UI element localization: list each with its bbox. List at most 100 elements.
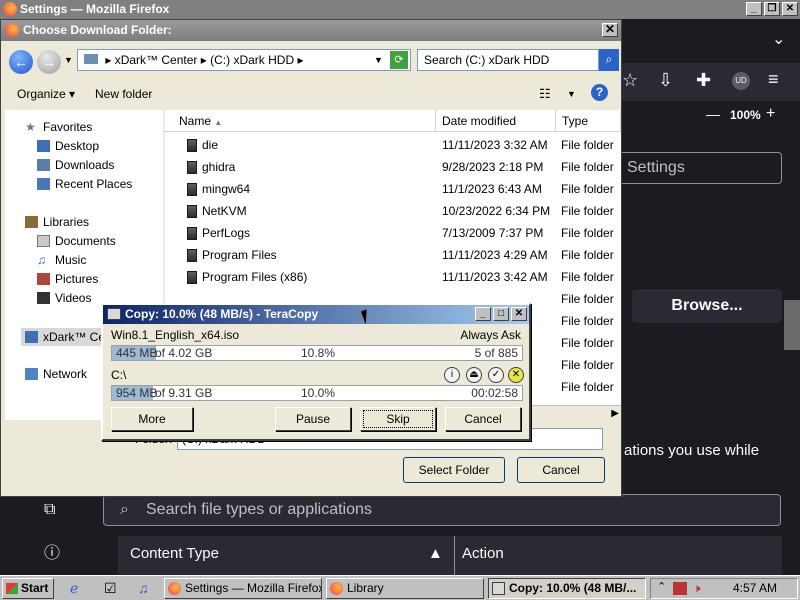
- scroll-right-icon[interactable]: ▶: [611, 408, 619, 419]
- zoom-level[interactable]: 100%: [730, 108, 761, 122]
- maximize-button[interactable]: □: [493, 307, 509, 321]
- help-icon[interactable]: ?: [591, 84, 608, 101]
- table-row[interactable]: NetKVM 10/23/2022 6:34 PM File folder: [165, 200, 621, 222]
- settings-scrollbar-thumb[interactable]: [784, 300, 800, 350]
- nav-favorites[interactable]: ★ Favorites: [25, 120, 92, 134]
- pause-button[interactable]: Pause: [275, 407, 351, 431]
- close-button[interactable]: ✕: [511, 307, 527, 321]
- type-cell: File folder: [561, 314, 614, 328]
- refresh-icon[interactable]: ⟳: [390, 51, 408, 69]
- search-icon[interactable]: ⌕: [599, 49, 619, 71]
- internet-explorer-icon[interactable]: ℯ: [70, 580, 78, 597]
- zoom-in-button[interactable]: +: [766, 105, 775, 123]
- dialog-cancel-button[interactable]: Cancel: [517, 457, 605, 483]
- date-cell: 10/23/2022 6:34 PM: [442, 204, 551, 218]
- new-folder-button[interactable]: New folder: [95, 87, 152, 101]
- search-icon: ⌕: [120, 501, 129, 518]
- verify-check-icon[interactable]: ✓: [488, 367, 504, 383]
- file-types-search-input[interactable]: ⌕ Search file types or applications: [103, 494, 781, 526]
- table-row[interactable]: mingw64 11/1/2023 6:43 AM File folder: [165, 178, 621, 200]
- breadcrumb-separator[interactable]: ▸: [297, 53, 303, 67]
- breadcrumb-separator[interactable]: ▸: [201, 53, 207, 67]
- back-button[interactable]: ←: [9, 50, 33, 74]
- view-options-chevron-icon[interactable]: ▼: [567, 89, 576, 99]
- view-options-icon[interactable]: ☷: [539, 86, 551, 102]
- extensions-icon[interactable]: ✚: [696, 70, 711, 91]
- more-button[interactable]: More: [111, 407, 193, 431]
- zoom-out-button[interactable]: —: [706, 106, 720, 122]
- nav-label: Network: [43, 367, 88, 381]
- organize-button[interactable]: Organize ▾: [17, 87, 75, 101]
- file-name: Program Files (x86): [202, 270, 308, 284]
- breadcrumb-separator[interactable]: ▸: [105, 53, 111, 67]
- nav-videos[interactable]: Videos: [37, 291, 91, 305]
- overwrite-mode[interactable]: Always Ask: [460, 328, 521, 342]
- name-cell: Program Files: [187, 244, 277, 266]
- tab-list-chevron-icon[interactable]: ⌄: [772, 29, 785, 49]
- eject-icon[interactable]: ⏏: [466, 367, 482, 383]
- table-row[interactable]: PerfLogs 7/13/2009 7:37 PM File folder: [165, 222, 621, 244]
- browse-button[interactable]: Browse...: [632, 289, 782, 323]
- network-status-icon[interactable]: [673, 582, 687, 595]
- skip-button[interactable]: Skip: [360, 407, 436, 431]
- nav-label: Libraries: [43, 215, 90, 229]
- sort-up-icon: ▲: [214, 118, 223, 127]
- downloads-folder-icon: [37, 159, 50, 171]
- minimize-button[interactable]: _: [746, 2, 762, 16]
- nav-recent-places[interactable]: Recent Places: [37, 177, 132, 191]
- star-icon: ★: [25, 120, 36, 134]
- table-row[interactable]: Program Files 11/11/2023 4:29 AM File fold…: [165, 244, 621, 266]
- folder-icon: [187, 204, 197, 218]
- nav-downloads[interactable]: Downloads: [37, 158, 114, 172]
- nav-network[interactable]: Network: [25, 367, 87, 381]
- type-cell: File folder: [561, 182, 614, 196]
- task-teracopy[interactable]: Copy: 10.0% (48 MB/...: [488, 578, 646, 599]
- nav-music[interactable]: ♫ Music: [37, 253, 86, 267]
- address-history-chevron-icon[interactable]: ▼: [374, 50, 383, 70]
- settings-search-input[interactable]: Settings: [606, 152, 782, 184]
- recent-pages-chevron-icon[interactable]: ▼: [64, 55, 73, 65]
- folder-search-input[interactable]: Search (C:) xDark HDD: [417, 49, 599, 71]
- downloads-icon[interactable]: ⇩: [658, 70, 673, 91]
- info-icon[interactable]: i: [444, 367, 460, 383]
- content-type-column-header[interactable]: Content Type: [130, 545, 219, 562]
- close-target-icon[interactable]: ✕: [508, 367, 524, 383]
- nav-desktop[interactable]: Desktop: [37, 139, 99, 153]
- type-column-header[interactable]: Type: [556, 110, 621, 132]
- bookmark-star-icon[interactable]: ☆: [622, 70, 638, 91]
- teracopy-cancel-button[interactable]: Cancel: [445, 407, 521, 431]
- show-desktop-icon[interactable]: ☑: [104, 580, 117, 597]
- start-button[interactable]: Start: [2, 578, 54, 599]
- nav-libraries[interactable]: Libraries: [25, 215, 89, 229]
- volume-muted-icon[interactable]: 🕨: [693, 581, 701, 596]
- table-row[interactable]: die 11/11/2023 3:32 AM File folder: [165, 134, 621, 156]
- tray-expand-icon[interactable]: ⌃: [657, 580, 666, 593]
- nav-pictures[interactable]: Pictures: [37, 272, 98, 286]
- menu-hamburger-icon[interactable]: ≡: [768, 69, 779, 90]
- help-icon[interactable]: ⓘ: [44, 539, 60, 563]
- name-column-header[interactable]: Name ▲: [165, 110, 436, 132]
- select-folder-button[interactable]: Select Folder: [403, 457, 505, 483]
- total-progress-done: 954 MB: [116, 386, 158, 400]
- task-firefox-settings[interactable]: Settings — Mozilla Firefox: [164, 578, 322, 599]
- address-bar[interactable]: ▸ xDark™ Center ▸ (C:) xDark HDD ▸ ▼: [77, 49, 411, 71]
- date-column-header[interactable]: Date modified: [436, 110, 556, 132]
- dialog-close-button[interactable]: ✕: [602, 23, 618, 37]
- task-library[interactable]: Library: [326, 578, 484, 599]
- minimize-button[interactable]: _: [475, 307, 491, 321]
- extensions-sidebar-icon[interactable]: ⧉: [44, 501, 55, 519]
- account-avatar-icon[interactable]: UD: [732, 72, 750, 90]
- nav-documents[interactable]: Documents: [37, 234, 116, 248]
- table-row[interactable]: ghidra 9/28/2023 2:18 PM File folder: [165, 156, 621, 178]
- table-row[interactable]: Program Files (x86) 11/11/2023 3:42 AM Fil…: [165, 266, 621, 288]
- clock[interactable]: 4:57 AM: [733, 581, 777, 595]
- action-column-header[interactable]: Action: [462, 545, 504, 562]
- close-button[interactable]: ✕: [782, 2, 798, 16]
- media-player-icon[interactable]: ♫: [138, 580, 149, 596]
- breadcrumb-computer[interactable]: xDark™ Center: [115, 53, 198, 67]
- breadcrumb-drive[interactable]: (C:) xDark HDD: [210, 53, 294, 67]
- restore-button[interactable]: ❐: [764, 2, 780, 16]
- nav-label: Pictures: [55, 272, 99, 286]
- forward-button[interactable]: →: [37, 50, 61, 74]
- total-progress-bar: 954 MB of 9.31 GB 10.0% 00:02:58: [111, 385, 523, 401]
